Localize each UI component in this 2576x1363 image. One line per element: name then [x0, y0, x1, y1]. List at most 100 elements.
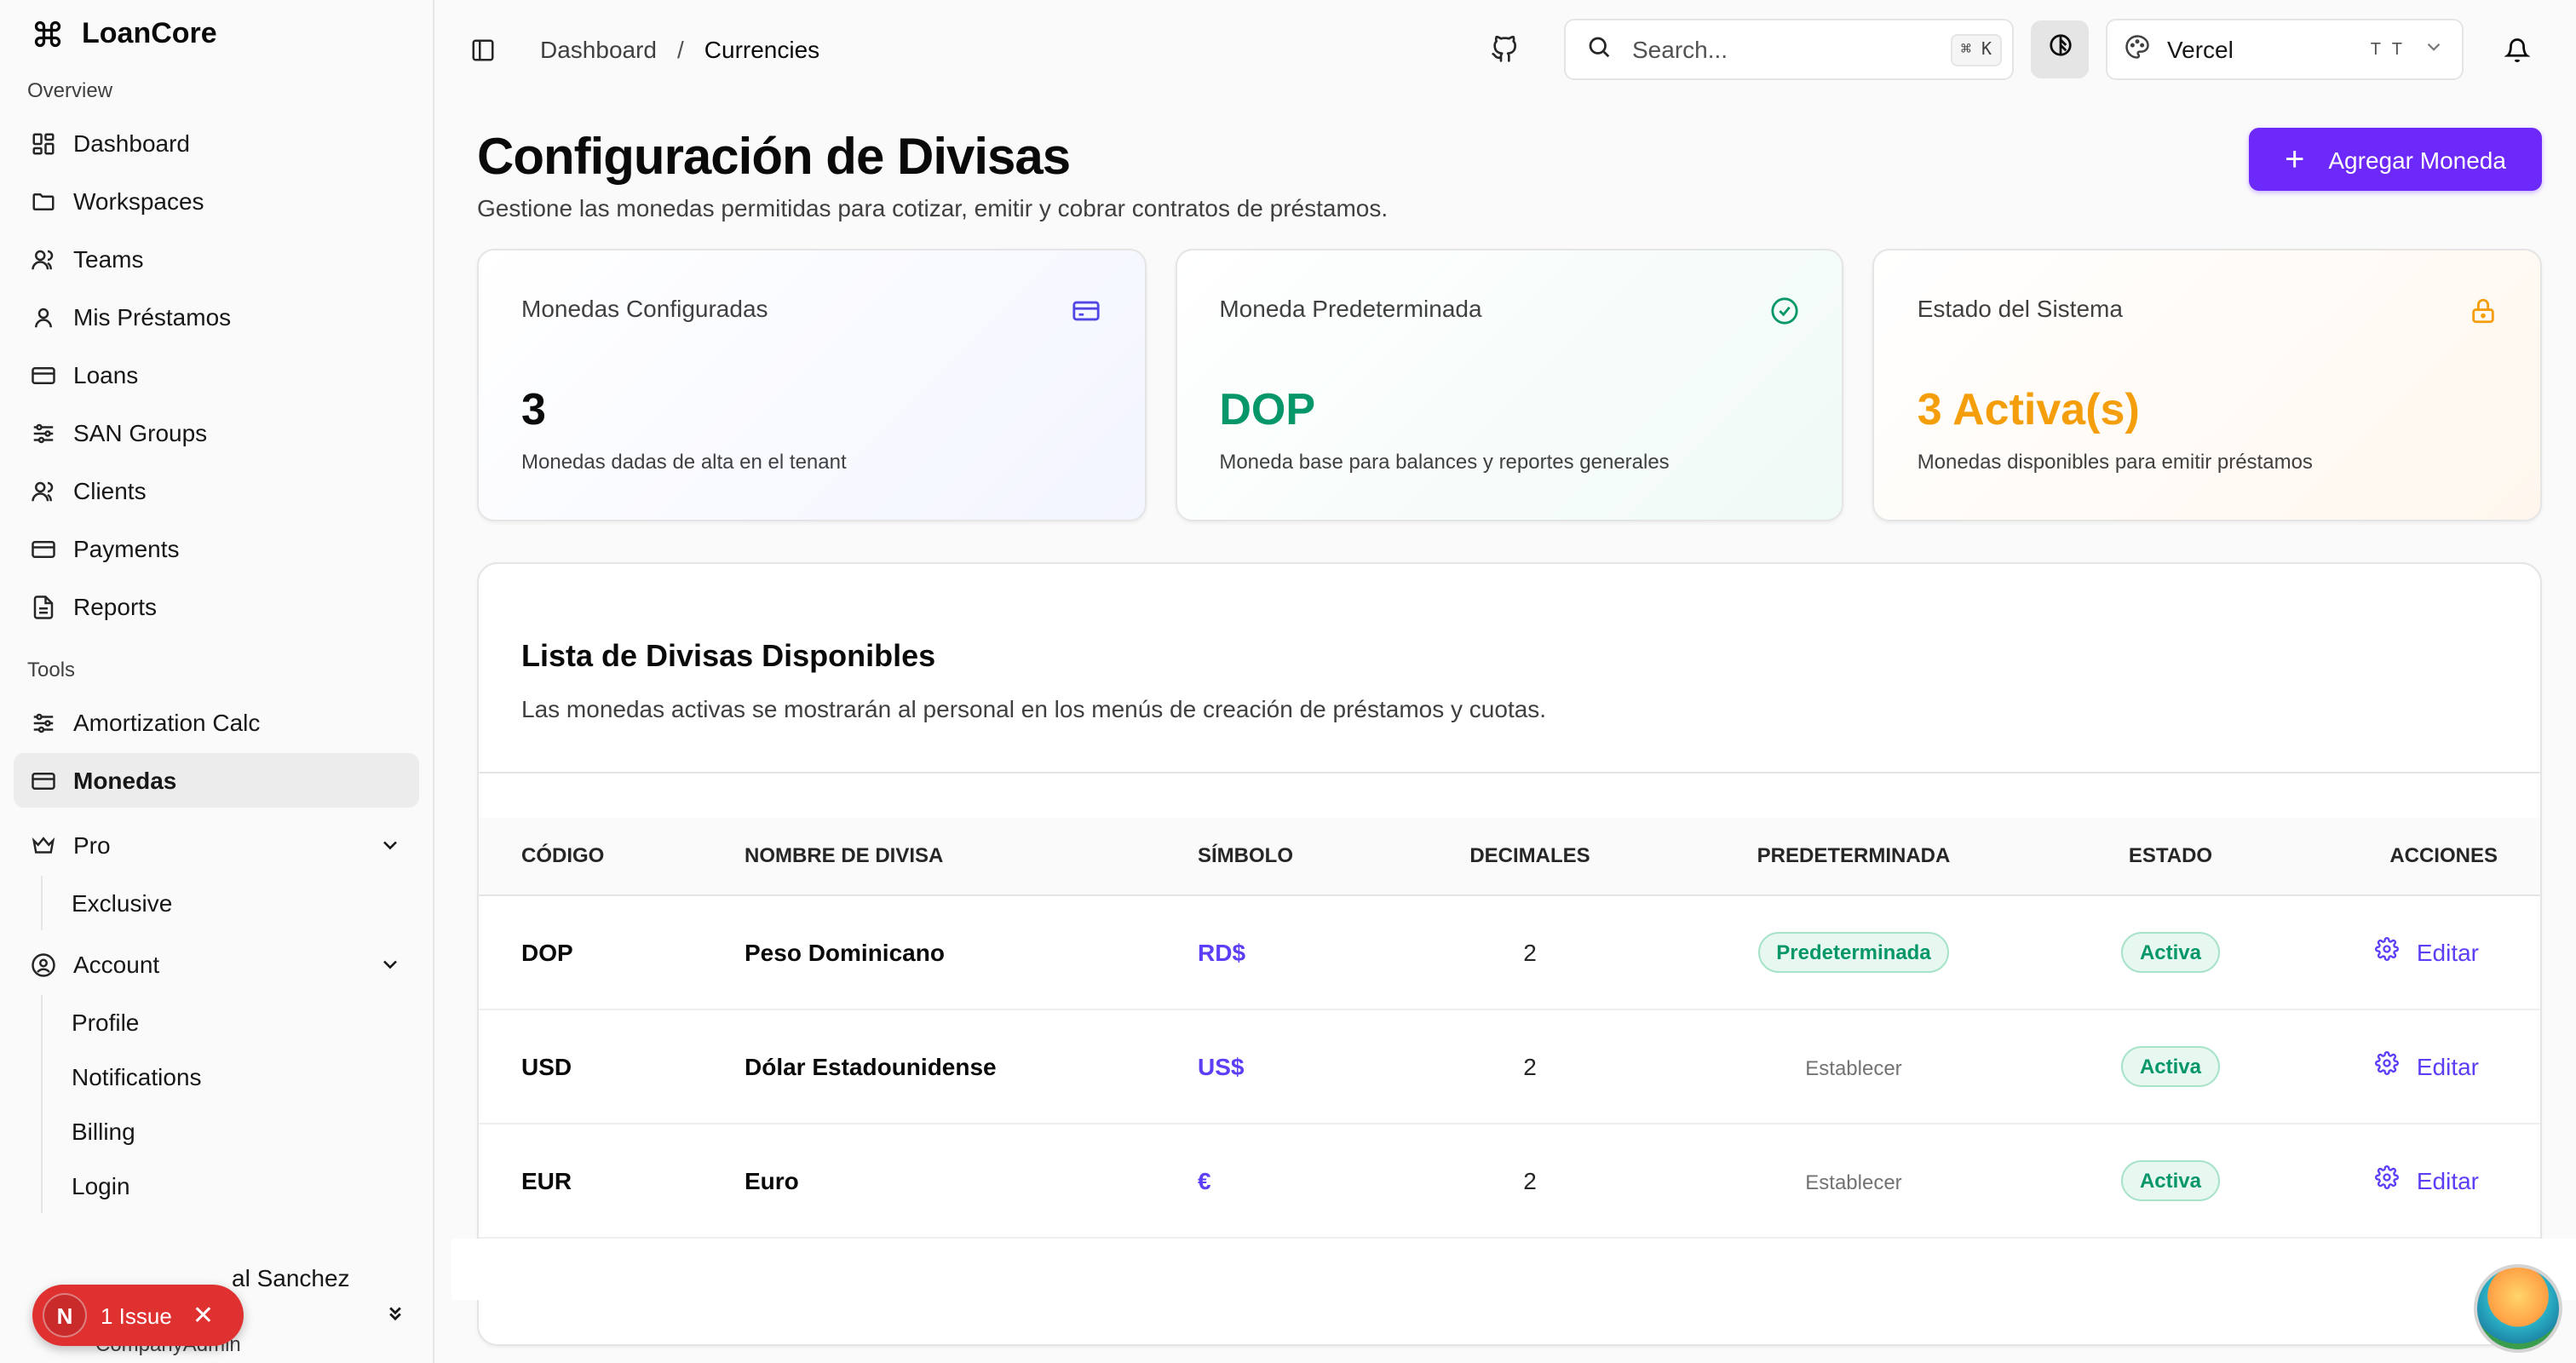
sidebar-item-workspaces[interactable]: Workspaces — [14, 174, 419, 228]
sidebar-item-reports[interactable]: Reports — [14, 579, 419, 634]
stat-description: Monedas disponibles para emitir préstamo… — [1917, 450, 2313, 474]
search-placeholder: Search... — [1632, 36, 1728, 63]
column-header: CÓDIGO — [521, 843, 605, 868]
column-header: ESTADO — [2128, 843, 2213, 868]
folder-icon — [29, 187, 56, 215]
team-name: Vercel — [2167, 36, 2234, 63]
sidebar-subitem-billing[interactable]: Billing — [60, 1104, 419, 1159]
close-icon[interactable]: ✕ — [193, 1300, 214, 1331]
sidebar-item-payments[interactable]: Payments — [14, 521, 419, 576]
currency-symbol: US$ — [1198, 1052, 1245, 1079]
stat-value: DOP — [1219, 383, 1316, 434]
gear-icon — [2375, 1165, 2400, 1194]
currency-code: DOP — [521, 938, 573, 965]
stat-value: 3 — [521, 383, 546, 434]
dashboard-icon — [29, 129, 56, 157]
team-initials: T T — [2370, 40, 2406, 59]
edit-label: Editar — [2416, 1052, 2479, 1079]
edit-button[interactable]: Editar — [2375, 937, 2479, 966]
issue-indicator[interactable]: N 1 Issue ✕ — [32, 1285, 244, 1346]
sliders-icon — [29, 709, 56, 736]
currency-name: Peso Dominicano — [745, 938, 945, 965]
sidebar-item-label: Monedas — [73, 767, 177, 794]
sidebar-subitem-notifications[interactable]: Notifications — [60, 1050, 419, 1104]
currency-name: Dólar Estadounidense — [745, 1052, 997, 1079]
github-icon[interactable] — [1479, 24, 1530, 75]
sidebar-item-dashboard[interactable]: Dashboard — [14, 116, 419, 170]
section-label-overview: Overview — [27, 78, 113, 102]
page-title: Configuración de Divisas — [477, 129, 1071, 186]
sidebar-item-label: Loans — [73, 361, 139, 388]
sidebar-item-mis-prestamos[interactable]: Mis Préstamos — [14, 290, 419, 344]
column-header: NOMBRE DE DIVISA — [745, 843, 944, 868]
currency-code: EUR — [521, 1166, 572, 1193]
palette-icon — [2125, 34, 2150, 65]
currency-decimals: 2 — [1523, 938, 1537, 965]
sidebar-toggle-icon[interactable] — [469, 36, 496, 63]
user-icon — [29, 303, 56, 331]
set-default-button[interactable]: Establecer — [1805, 1170, 1901, 1193]
sidebar: LoanCore Overview Dashboard Workspaces T… — [0, 0, 434, 1363]
app-name: LoanCore — [82, 17, 217, 49]
sidebar-item-label: SAN Groups — [73, 419, 208, 446]
currency-code: USD — [521, 1052, 572, 1079]
users-icon — [29, 477, 56, 504]
theme-toggle-button[interactable] — [2031, 20, 2089, 78]
sidebar-item-san-groups[interactable]: SAN Groups — [14, 405, 419, 460]
search-icon — [1586, 34, 1612, 65]
breadcrumb-separator: / — [677, 36, 684, 63]
pro-submenu: Exclusive — [41, 876, 419, 930]
sidebar-item-account[interactable]: Account — [14, 937, 419, 992]
sidebar-item-label: Mis Préstamos — [73, 303, 232, 331]
edit-label: Editar — [2416, 1166, 2479, 1193]
status-badge: Activa — [2120, 1045, 2221, 1086]
stat-card-default: Moneda Predeterminada DOP Moneda base pa… — [1175, 249, 1844, 521]
account-submenu: Profile Notifications Billing Login — [41, 995, 419, 1213]
topbar: Dashboard / Currencies Search... ⌘ K Ver… — [434, 0, 2576, 99]
sidebar-item-monedas[interactable]: Monedas — [14, 753, 419, 808]
file-icon — [29, 593, 56, 620]
stat-value: 3 Activa(s) — [1917, 383, 2140, 434]
sidebar-item-label: Amortization Calc — [73, 709, 261, 736]
edit-button[interactable]: Editar — [2375, 1051, 2479, 1080]
stat-label: Moneda Predeterminada — [1219, 295, 1482, 322]
currency-list-card: Lista de Divisas Disponibles Las monedas… — [477, 562, 2542, 1346]
column-header: SÍMBOLO — [1198, 843, 1293, 868]
table-row: DOP Peso Dominicano RD$ 2 Predeterminada… — [479, 894, 2540, 1009]
sidebar-subitem-profile[interactable]: Profile — [60, 995, 419, 1050]
stat-description: Moneda base para balances y reportes gen… — [1219, 450, 1670, 474]
brand[interactable]: LoanCore — [14, 0, 419, 68]
sidebar-item-loans[interactable]: Loans — [14, 348, 419, 402]
breadcrumb-dashboard[interactable]: Dashboard — [540, 36, 657, 63]
search-input[interactable]: Search... ⌘ K — [1564, 19, 2014, 80]
sidebar-item-clients[interactable]: Clients — [14, 463, 419, 518]
edit-button[interactable]: Editar — [2375, 1165, 2479, 1194]
table-header-row: CÓDIGO NOMBRE DE DIVISA SÍMBOLO DECIMALE… — [479, 818, 2540, 894]
card-icon — [29, 767, 56, 794]
sidebar-item-amortization-calc[interactable]: Amortization Calc — [14, 695, 419, 750]
user-circle-icon — [29, 951, 56, 978]
list-subtitle: Las monedas activas se mostrarán al pers… — [521, 695, 1547, 722]
sidebar-subitem-login[interactable]: Login — [60, 1159, 419, 1213]
breadcrumb-current: Currencies — [704, 36, 820, 63]
command-icon — [31, 17, 65, 51]
status-badge: Activa — [2120, 1159, 2221, 1200]
sidebar-subitem-exclusive[interactable]: Exclusive — [60, 876, 419, 930]
sidebar-item-label: Teams — [73, 245, 144, 273]
table-row: USD Dólar Estadounidense US$ 2 Establece… — [479, 1009, 2540, 1123]
gear-icon — [2375, 1051, 2400, 1080]
stats-row: Monedas Configuradas 3 Monedas dadas de … — [477, 249, 2543, 521]
column-header: PREDETERMINADA — [1757, 843, 1951, 868]
contrast-icon — [2047, 32, 2073, 66]
sidebar-item-teams[interactable]: Teams — [14, 232, 419, 286]
main-content: Dashboard / Currencies Search... ⌘ K Ver… — [434, 0, 2576, 1363]
lock-icon — [2467, 295, 2498, 325]
set-default-button[interactable]: Establecer — [1805, 1055, 1901, 1079]
team-switcher[interactable]: Vercel T T — [2106, 19, 2464, 80]
bell-icon[interactable] — [2491, 24, 2542, 75]
floating-avatar[interactable] — [2474, 1264, 2562, 1353]
next-logo-icon: N — [43, 1293, 87, 1337]
credit-card-icon — [1071, 295, 1101, 325]
add-currency-button[interactable]: + Agregar Moneda — [2249, 128, 2542, 191]
sidebar-item-pro[interactable]: Pro — [14, 818, 419, 872]
